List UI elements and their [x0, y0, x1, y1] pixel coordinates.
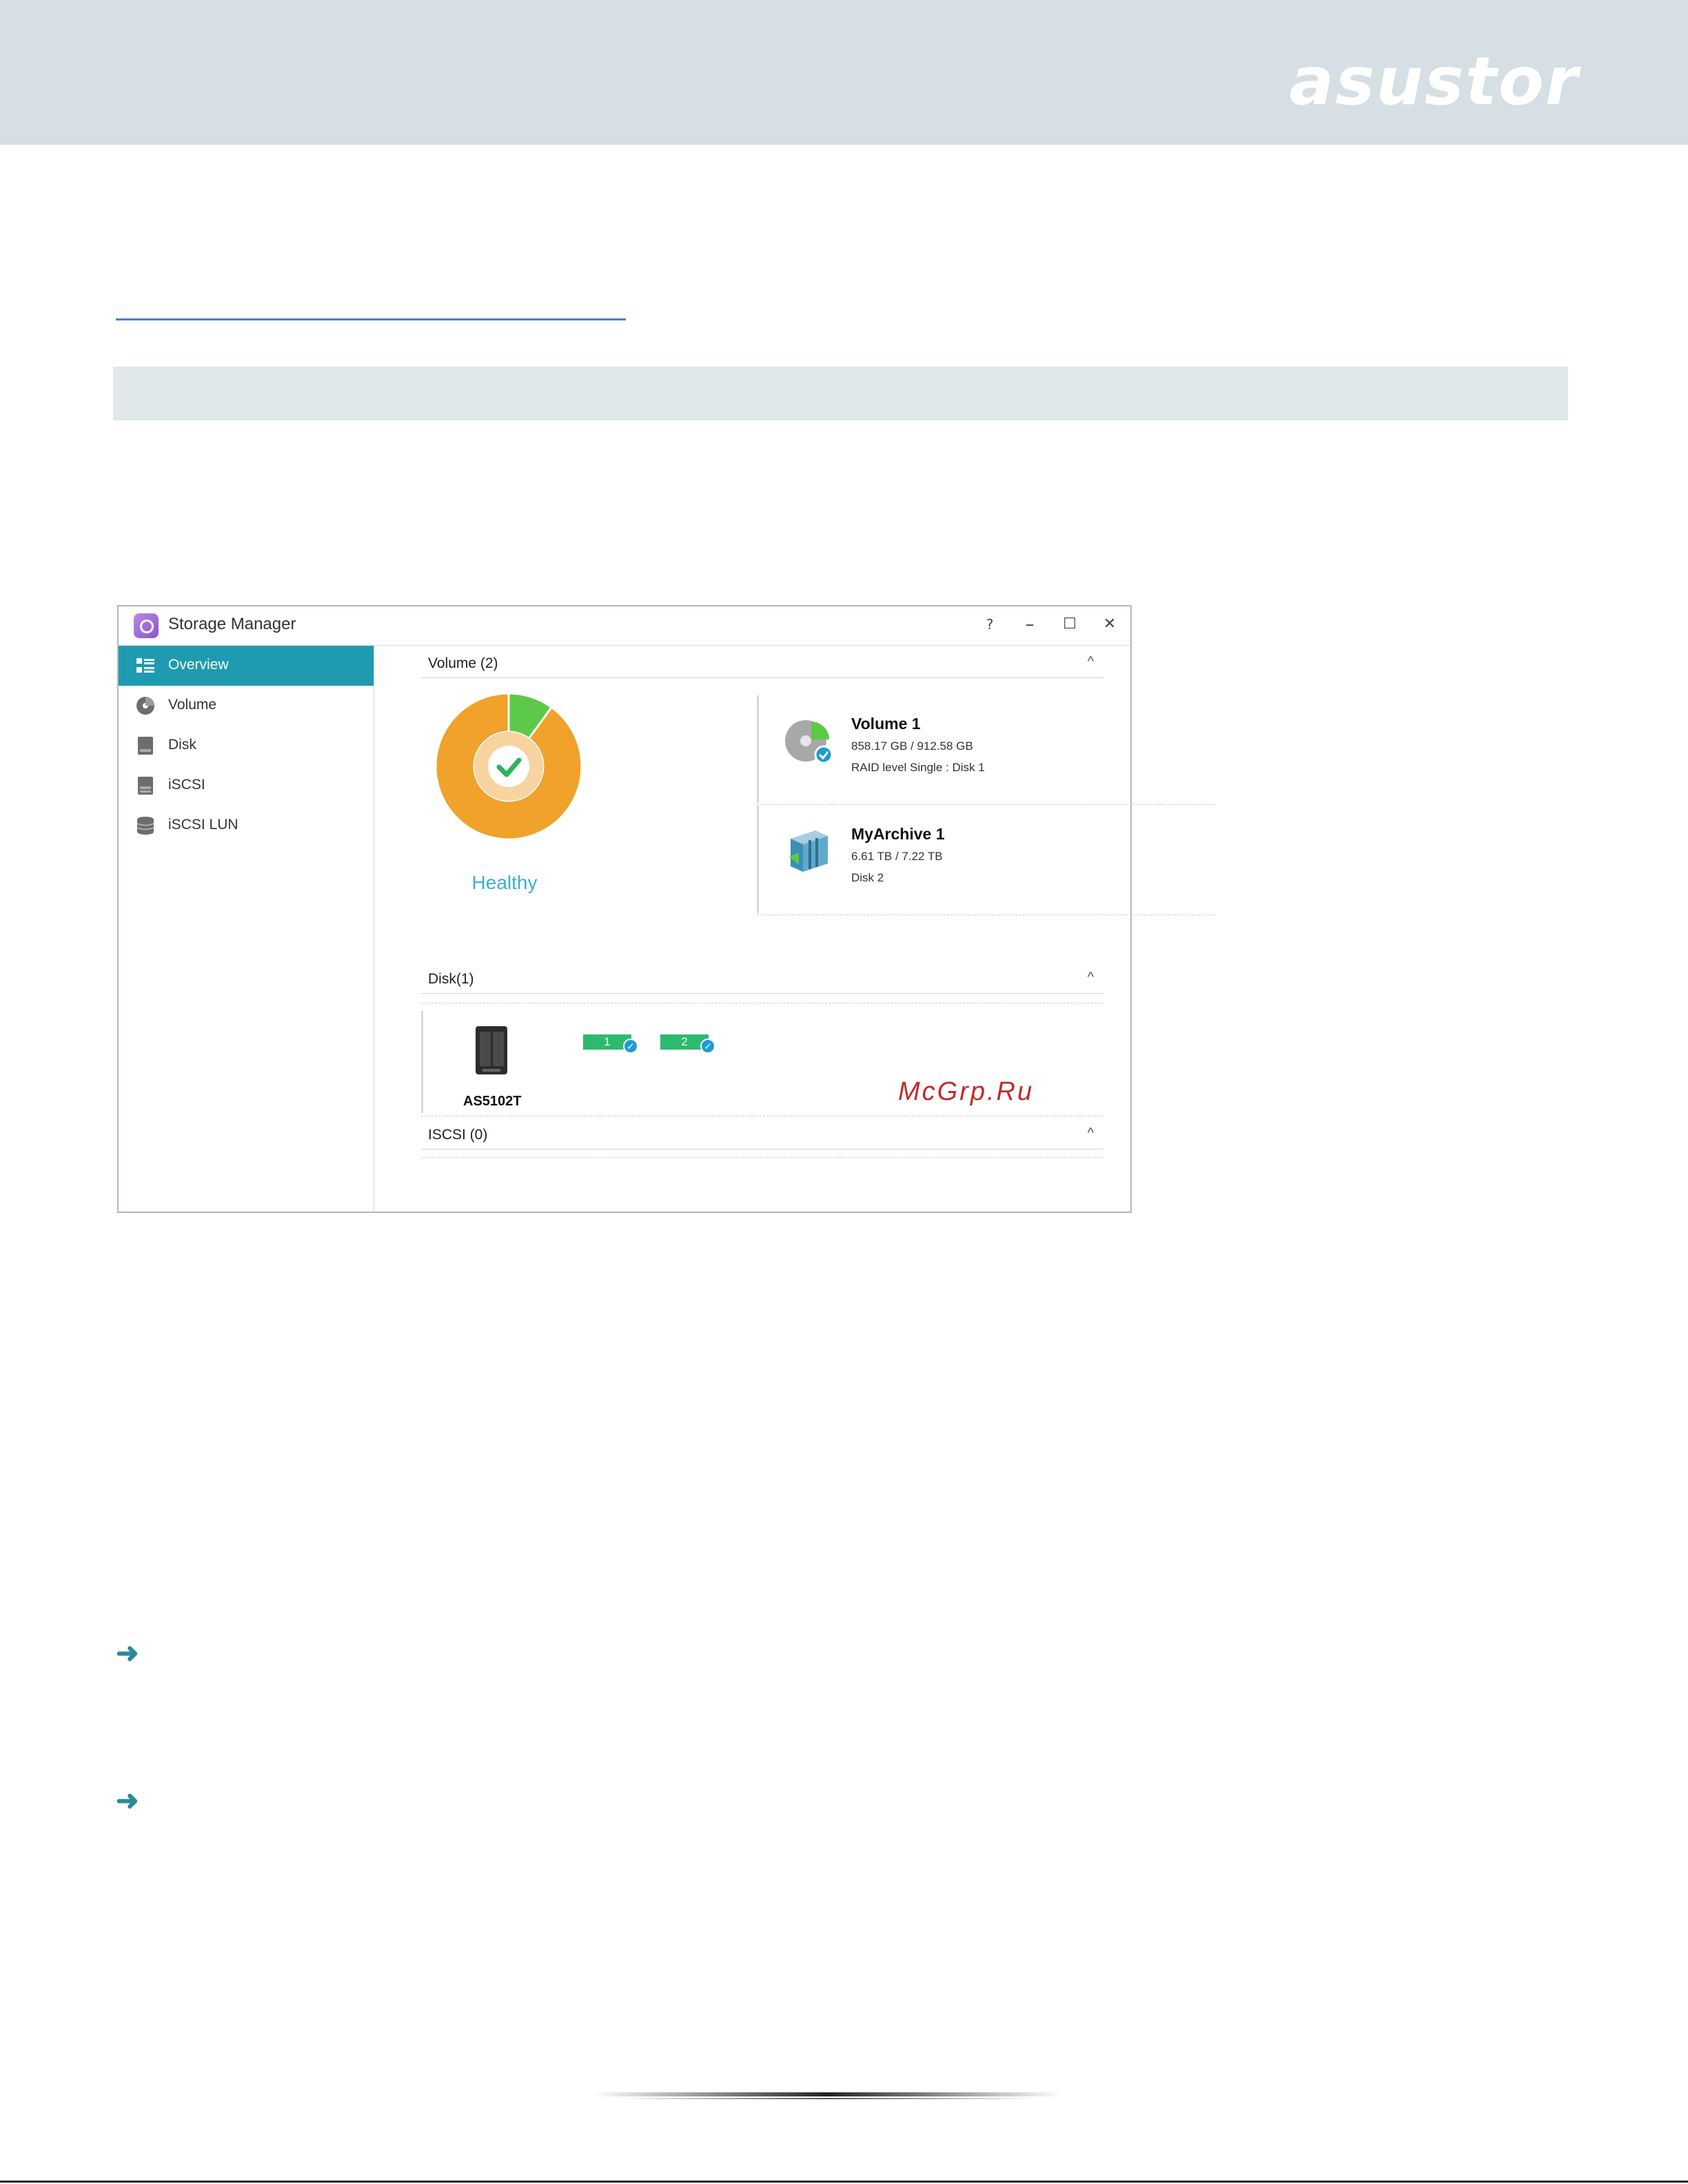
sidebar-item-label: Disk: [168, 737, 196, 753]
sidebar: Overview Volume Disk iSCSI iSCSI LUN: [119, 646, 374, 1212]
help-icon[interactable]: ?: [973, 611, 1006, 638]
sidebar-item-overview[interactable]: Overview: [119, 646, 374, 686]
iscsi-lun-database-icon: [136, 817, 154, 835]
volume-card-myarchive-1[interactable]: MyArchive 1 6.61 TB / 7.22 TB Disk 2: [757, 806, 1217, 913]
sidebar-item-disk[interactable]: Disk: [119, 726, 374, 766]
close-button[interactable]: ✕: [1093, 611, 1126, 638]
collapse-caret-icon[interactable]: ^: [1088, 970, 1094, 986]
bullet-arrow-icon: ➜: [116, 1638, 139, 1668]
volume-usage-donut-chart: [434, 692, 583, 841]
collapse-caret-icon[interactable]: ^: [1088, 654, 1094, 670]
storage-manager-app-icon: [134, 613, 159, 638]
footer-ornament: [593, 2092, 1061, 2096]
asustor-logo: asustor: [1289, 43, 1579, 120]
window-titlebar: Storage Manager ? – ☐ ✕: [119, 606, 1130, 646]
overview-panel: Volume (2) ^ Healthy Volume 1 858.17 GB …: [374, 646, 1214, 1212]
volume-card-volume-1[interactable]: Volume 1 858.17 GB / 912.58 GB RAID leve…: [757, 695, 1217, 803]
sidebar-item-iscsi[interactable]: iSCSI: [119, 766, 374, 806]
minimize-button[interactable]: –: [1013, 611, 1046, 638]
volume-name: MyArchive 1: [851, 825, 945, 843]
page-bottom-rule: [0, 2181, 1688, 2183]
collapse-caret-icon[interactable]: ^: [1088, 1125, 1094, 1141]
volume-disk-detail: Disk 2: [851, 871, 884, 884]
disk-slot-2[interactable]: 2 ✓: [660, 1034, 715, 1054]
myarchive-stack-icon: [789, 830, 828, 872]
card-divider: [757, 804, 1214, 805]
footer-ornament: [620, 2098, 1034, 2099]
storage-manager-window: Storage Manager ? – ☐ ✕ Overview Volume: [117, 605, 1214, 1213]
health-status-text: Healthy: [471, 872, 538, 893]
disk-drive-icon: [138, 737, 153, 755]
donut-center: [488, 746, 529, 787]
volume-capacity: 858.17 GB / 912.58 GB: [851, 739, 973, 753]
iscsi-drive-icon: [138, 777, 153, 795]
volume-section-header[interactable]: Volume (2) ^: [421, 646, 1104, 678]
window-title: Storage Manager: [168, 615, 296, 633]
disk-slot-number: 1: [604, 1035, 611, 1048]
nas-model-label: AS5102T: [463, 1094, 522, 1109]
sidebar-item-iscsi-lun[interactable]: iSCSI LUN: [119, 806, 374, 846]
watermark-text: McGrp.Ru: [898, 1077, 1035, 1106]
bullet-arrow-icon: ➜: [116, 1786, 139, 1816]
slot-healthy-check-icon: ✓: [623, 1039, 638, 1054]
nas-device-icon: [476, 1026, 507, 1074]
maximize-button[interactable]: ☐: [1053, 611, 1086, 638]
slot-healthy-check-icon: ✓: [700, 1039, 715, 1054]
iscsi-section-title: ISCSI (0): [428, 1127, 488, 1143]
sidebar-item-label: iSCSI LUN: [168, 817, 238, 833]
volume-name: Volume 1: [851, 715, 921, 733]
section-heading-bar: [113, 367, 1568, 420]
volume-raid-detail: RAID level Single : Disk 1: [851, 761, 985, 774]
overview-list-icon: [136, 658, 154, 673]
sidebar-item-label: iSCSI: [168, 777, 205, 793]
iscsi-section-header[interactable]: ISCSI (0) ^: [421, 1117, 1104, 1150]
sidebar-item-label: Overview: [168, 657, 229, 673]
volume-section-title: Volume (2): [428, 655, 498, 671]
volume-disc-icon: [136, 697, 154, 715]
disk-section-title: Disk(1): [428, 971, 474, 987]
sidebar-item-volume[interactable]: Volume: [119, 686, 374, 726]
volume-disc-check-icon: [785, 720, 833, 764]
volume-capacity: 6.61 TB / 7.22 TB: [851, 850, 943, 863]
disk-slot-number: 2: [681, 1035, 688, 1048]
disk-slot-1[interactable]: 1 ✓: [583, 1034, 638, 1054]
section-divider: [421, 1157, 1104, 1158]
disk-section-header[interactable]: Disk(1) ^: [421, 961, 1104, 994]
title-underline: [116, 318, 626, 320]
sidebar-item-label: Volume: [168, 697, 217, 713]
